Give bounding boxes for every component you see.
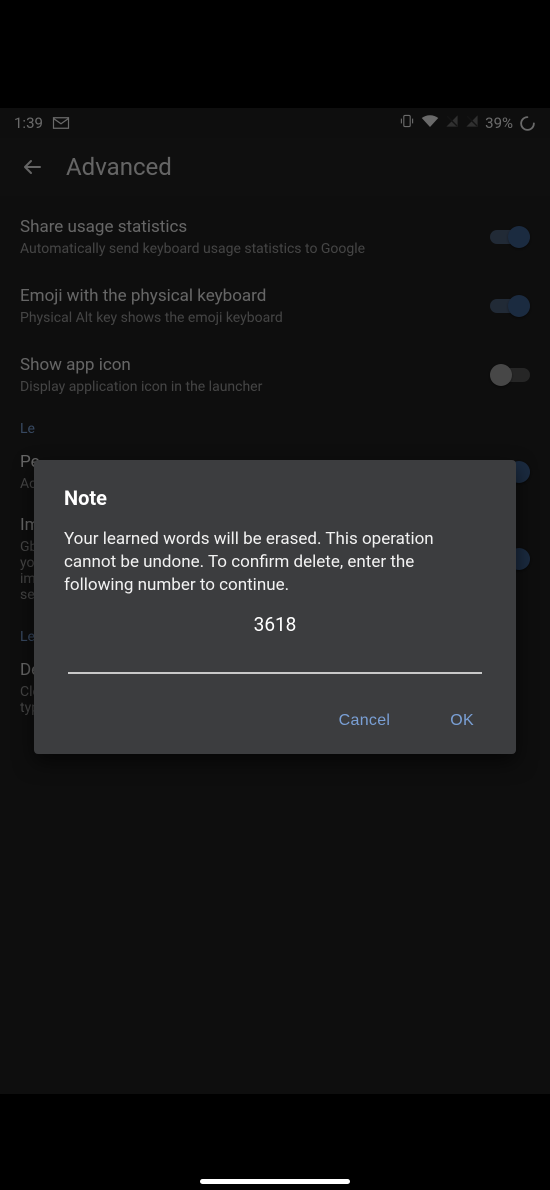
ok-button[interactable]: OK <box>438 704 486 738</box>
dialog-confirm-code: 3618 <box>64 613 486 636</box>
dialog-body: Your learned words will be erased. This … <box>64 528 486 597</box>
confirm-delete-dialog: Note Your learned words will be erased. … <box>34 460 516 754</box>
nav-gesture-handle[interactable] <box>200 1179 350 1184</box>
cancel-button[interactable]: Cancel <box>327 704 403 738</box>
dialog-input[interactable] <box>68 672 482 674</box>
dialog-title: Note <box>64 486 486 510</box>
